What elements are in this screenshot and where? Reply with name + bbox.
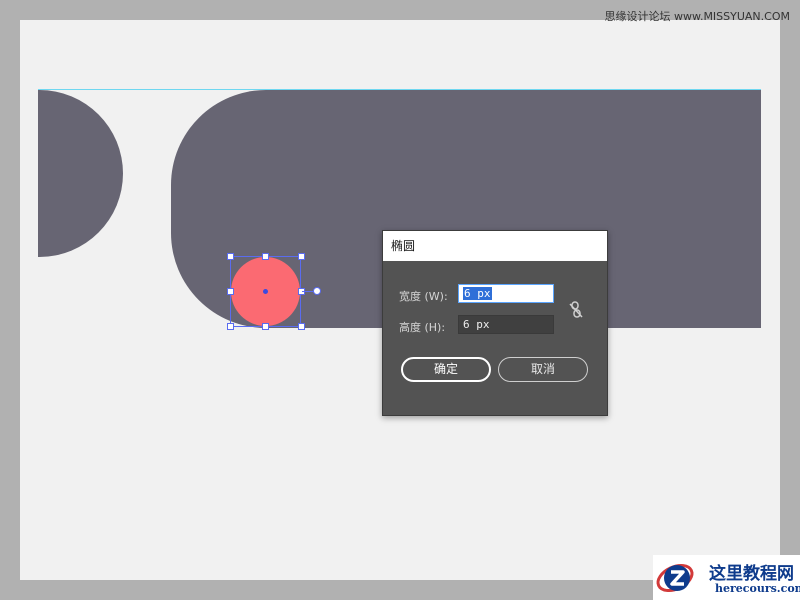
pie-widget-handle[interactable]: [313, 287, 321, 295]
watermark-top: 思缘设计论坛 www.MISSYUAN.COM: [604, 10, 790, 23]
handle-top-left[interactable]: [227, 253, 234, 260]
site-logo: 这里教程网 herecours.com: [653, 555, 800, 600]
handle-top-right[interactable]: [298, 253, 305, 260]
logo-z-icon: [656, 563, 694, 593]
width-label: 宽度 (W):: [399, 290, 448, 303]
dialog-title: 椭圆: [383, 231, 607, 261]
height-value: 6 px: [463, 318, 490, 331]
unlink-icon[interactable]: [569, 301, 583, 319]
logo-cn-text: 这里教程网: [709, 564, 794, 584]
handle-bottom-center[interactable]: [262, 323, 269, 330]
width-field[interactable]: 6 px: [458, 284, 554, 303]
width-value: 6 px: [463, 287, 492, 300]
handle-middle-left[interactable]: [227, 288, 234, 295]
handle-bottom-right[interactable]: [298, 323, 305, 330]
logo-en-text: herecours.com: [715, 582, 800, 595]
handle-top-center[interactable]: [262, 253, 269, 260]
cancel-button[interactable]: 取消: [498, 357, 588, 382]
height-field[interactable]: 6 px: [458, 315, 554, 334]
handle-bottom-left[interactable]: [227, 323, 234, 330]
height-label: 高度 (H):: [399, 321, 446, 334]
ellipse-dialog: 椭圆 宽度 (W): 6 px 高度 (H): 6 px 确定 取消: [382, 230, 608, 416]
ok-button[interactable]: 确定: [401, 357, 491, 382]
ellipse-center-point: [263, 289, 268, 294]
